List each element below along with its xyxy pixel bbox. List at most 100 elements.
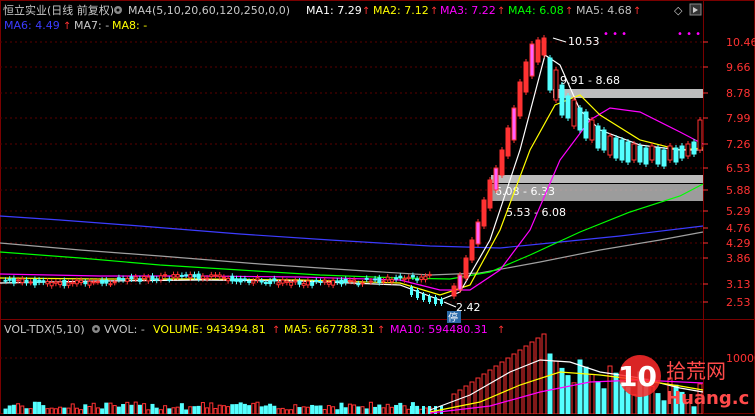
candle xyxy=(343,278,348,283)
candle xyxy=(217,404,222,414)
candle xyxy=(133,276,138,280)
candle xyxy=(213,408,218,414)
candle xyxy=(104,402,109,414)
candle xyxy=(661,149,667,167)
candle xyxy=(259,406,264,414)
dots: • • • • • • xyxy=(603,29,701,40)
candle xyxy=(184,409,189,414)
svg-text:↑: ↑ xyxy=(430,6,438,17)
candle xyxy=(310,281,315,286)
ma1-value: MA1: 7.29 xyxy=(306,4,362,17)
candle xyxy=(529,43,535,77)
candle xyxy=(385,403,390,414)
candle xyxy=(595,125,601,149)
candle xyxy=(402,405,407,414)
svg-text:↑: ↑ xyxy=(377,325,385,336)
candle xyxy=(280,279,285,284)
candle xyxy=(535,337,541,414)
candle xyxy=(469,381,475,414)
candle xyxy=(16,279,21,282)
candle xyxy=(541,37,547,56)
settings-icon[interactable] xyxy=(114,6,122,14)
candle xyxy=(226,277,231,282)
candle xyxy=(213,274,218,277)
candle xyxy=(352,279,357,283)
candle xyxy=(394,277,399,280)
candle xyxy=(511,353,517,414)
svg-text:Huang.cn: Huang.cn xyxy=(666,388,750,409)
ma-definition: MA4(5,10,20,60,120,250,0,0) xyxy=(128,4,290,17)
candle xyxy=(360,282,365,285)
diamond-icon[interactable]: ◇ xyxy=(674,4,683,17)
candle xyxy=(272,405,277,414)
candle xyxy=(373,278,378,281)
candle xyxy=(475,377,481,414)
vol-settings-icon[interactable] xyxy=(92,325,100,333)
candle xyxy=(133,401,138,414)
candle xyxy=(230,275,235,282)
candle xyxy=(389,406,394,414)
candle xyxy=(37,401,42,414)
candle xyxy=(463,385,469,414)
candle xyxy=(163,405,168,414)
candle xyxy=(352,404,357,414)
candle xyxy=(331,279,336,286)
candle xyxy=(11,277,16,284)
candle xyxy=(427,273,432,277)
candle xyxy=(589,373,595,414)
candle xyxy=(179,403,184,414)
candle xyxy=(457,274,463,291)
candle xyxy=(280,407,285,414)
candle xyxy=(335,280,340,283)
candle xyxy=(381,280,386,283)
candle xyxy=(419,276,424,281)
candle xyxy=(196,405,201,414)
candle xyxy=(347,403,352,414)
svg-text:• • •: • • • xyxy=(677,29,701,40)
candle xyxy=(79,279,84,283)
candle xyxy=(276,408,281,414)
svg-text:4.76: 4.76 xyxy=(726,222,751,235)
candle xyxy=(440,299,443,304)
candle xyxy=(499,149,505,176)
candle xyxy=(559,367,565,414)
candle xyxy=(463,257,469,279)
svg-text:↑: ↑ xyxy=(362,6,370,17)
candle xyxy=(167,278,172,281)
candle xyxy=(505,127,511,157)
candle xyxy=(565,95,571,119)
candle xyxy=(356,406,361,414)
candle xyxy=(523,345,529,414)
candle xyxy=(493,365,499,414)
candle xyxy=(87,405,92,414)
nav-buttons[interactable] xyxy=(689,3,702,16)
svg-text:3.86: 3.86 xyxy=(726,252,751,265)
candle xyxy=(577,359,583,414)
candle xyxy=(230,404,235,414)
candle xyxy=(553,69,559,101)
svg-text:• • •: • • • xyxy=(603,29,627,40)
volume-header: VOL-TDX(5,10) VVOL: - VOLUME: 943494.81 … xyxy=(4,323,488,336)
candle xyxy=(242,278,247,281)
candle xyxy=(499,361,505,414)
ma7-value: MA7: - xyxy=(74,19,109,32)
candle xyxy=(45,408,50,414)
candle xyxy=(158,275,163,281)
candle xyxy=(339,279,344,285)
candle xyxy=(184,274,189,277)
candle xyxy=(116,277,121,281)
candle xyxy=(314,405,319,414)
svg-text:9.66: 9.66 xyxy=(726,61,751,74)
ma3-value: MA3: 7.22 xyxy=(440,4,496,17)
candle xyxy=(422,406,425,414)
candle xyxy=(691,141,697,155)
candle xyxy=(457,389,463,414)
candle xyxy=(58,406,63,414)
candle xyxy=(368,280,373,283)
vol-ma10-value: MA10: 594480.31 xyxy=(390,323,488,336)
candle xyxy=(305,280,310,286)
candle xyxy=(41,280,46,283)
candle xyxy=(343,407,348,414)
high-label: 10.53 xyxy=(568,35,600,48)
candle xyxy=(137,404,142,414)
